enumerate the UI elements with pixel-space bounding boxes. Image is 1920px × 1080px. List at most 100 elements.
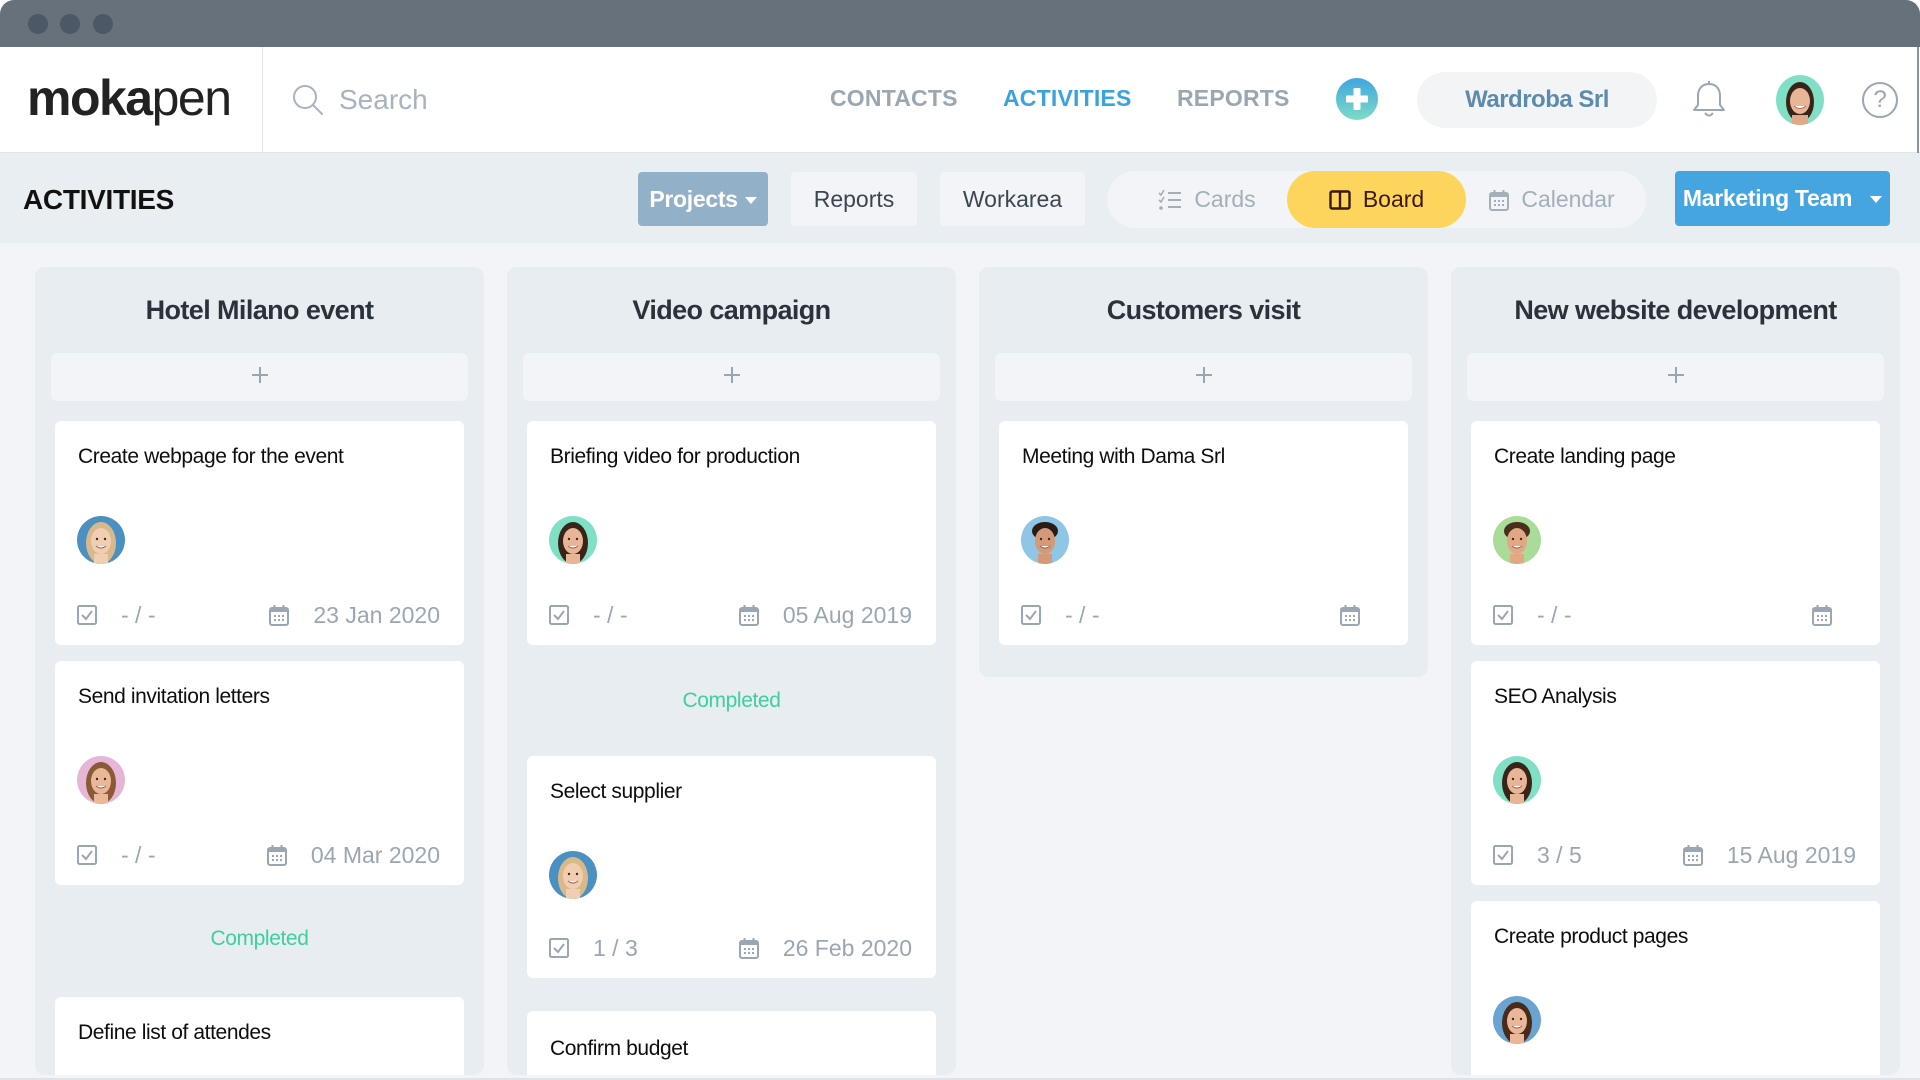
top-header: mokapen Search CONTACTS ACTIVITIES REPOR… [0,47,1920,153]
checklist-icon [549,605,581,625]
column-hotel-milano-event: Hotel Milano event Create webpage for th… [35,267,484,1075]
add-card-button[interactable] [995,353,1412,401]
checklist-progress: - / - [121,841,156,868]
plus-icon [722,365,742,390]
plus-icon [1194,365,1214,390]
task-card[interactable]: Select supplier 1 / 3 26 Feb 2020 [527,756,936,978]
checklist-progress: - / - [593,601,628,628]
assignee-avatar[interactable] [1493,516,1541,564]
card-title: Confirm budget [550,1037,688,1060]
checklist-icon [1493,845,1525,865]
checklist-icon [1021,605,1053,625]
checklist-progress: - / - [1537,601,1572,628]
assignee-avatar[interactable] [77,516,125,564]
checklist-icon [77,845,109,865]
calendar-icon [266,844,299,866]
due-date: 04 Mar 2020 [310,841,440,868]
search-placeholder: Search [339,84,428,115]
calendar-icon [738,604,771,626]
due-date: 15 Aug 2019 [1726,841,1856,868]
team-dropdown[interactable]: Marketing Team [1675,171,1890,226]
task-card[interactable]: Create landing page - / - [1471,421,1880,645]
company-selector[interactable]: Wardroba Srl [1417,72,1657,128]
toolbar: ACTIVITIES Projects Reports Workarea Car… [0,153,1920,243]
column-title: Customers visit [1106,295,1301,325]
calendar-icon [269,604,301,626]
task-card[interactable]: Send invitation letters - / - 04 Mar 202… [55,661,464,885]
card-footer: - / - 23 Jan 2020 [77,602,440,628]
due-date: 26 Feb 2020 [782,934,912,961]
help-button[interactable]: ? [1862,82,1898,118]
task-card[interactable]: Meeting with Dama Srl - / - [999,421,1408,645]
due-date: 05 Aug 2019 [782,601,912,628]
search-input[interactable]: Search [290,77,428,123]
chevron-down-icon [744,196,757,204]
card-footer: 3 / 5 15 Aug 2019 [1493,842,1856,868]
window-close-button[interactable] [28,14,48,34]
bell-icon[interactable] [1690,80,1728,120]
card-title: Send invitation letters [78,685,270,708]
nav-reports[interactable]: REPORTS [1177,85,1290,112]
nav-activities[interactable]: ACTIVITIES [1003,85,1132,112]
logo[interactable]: mokapen [0,47,263,153]
add-button[interactable] [1336,78,1378,120]
column-new-website-development: New website development Create landing p… [1451,267,1900,1075]
card-title: Create product pages [1494,925,1688,948]
task-card[interactable]: Confirm budget [527,1011,936,1075]
checklist-icon [77,605,109,625]
view-calendar-tab[interactable]: Calendar [1466,171,1638,228]
plus-icon [250,365,270,390]
window-minimize-button[interactable] [60,14,80,34]
assignee-avatar[interactable] [549,851,597,899]
checklist-progress: - / - [1065,601,1100,628]
card-footer: 1 / 3 26 Feb 2020 [549,935,912,961]
workarea-button[interactable]: Workarea [940,172,1085,226]
card-title: Create landing page [1494,445,1676,468]
add-card-button[interactable] [51,353,468,401]
plus-icon [1666,365,1686,390]
view-cards-tab[interactable]: Cards [1127,171,1287,228]
assignee-avatar[interactable] [1493,756,1541,804]
view-calendar-label: Calendar [1521,186,1615,212]
task-card[interactable]: SEO Analysis 3 / 5 15 Aug 2019 [1471,661,1880,885]
nav-contacts[interactable]: CONTACTS [830,85,958,112]
add-card-button[interactable] [1467,353,1884,401]
card-footer: - / - [1021,602,1384,628]
projects-label: Projects [649,185,738,212]
assignee-avatar[interactable] [1493,996,1541,1044]
logo-text: mokapen [27,70,232,126]
card-footer: - / - 04 Mar 2020 [77,842,440,868]
column-title: Video campaign [632,295,831,325]
window-maximize-button[interactable] [93,14,113,34]
completed-separator[interactable]: Completed [35,927,484,951]
board-icon [1329,189,1351,210]
task-card[interactable]: Create webpage for the event - / - 23 Ja… [55,421,464,645]
task-card[interactable]: Create product pages [1471,901,1880,1075]
column-title: Hotel Milano event [145,295,374,325]
assignee-avatar[interactable] [549,516,597,564]
calendar-icon[interactable] [1812,604,1844,626]
task-card[interactable]: Briefing video for production - / - 05 A… [527,421,936,645]
add-card-button[interactable] [523,353,940,401]
user-avatar[interactable] [1776,75,1824,125]
assignee-avatar[interactable] [77,756,125,804]
projects-dropdown[interactable]: Projects [638,172,768,226]
task-card[interactable]: Define list of attendes [55,997,464,1075]
view-board-tab[interactable]: Board [1287,171,1466,228]
checklist-icon [1158,189,1182,210]
card-title: Define list of attendes [78,1021,271,1044]
search-icon [293,85,323,115]
checklist-icon [549,938,581,958]
completed-separator[interactable]: Completed [507,689,956,713]
checklist-progress: 1 / 3 [593,934,638,961]
reports-button[interactable]: Reports [791,172,917,226]
assignee-avatar[interactable] [1021,516,1069,564]
view-cards-label: Cards [1194,186,1256,212]
column-title: New website development [1514,295,1837,325]
card-footer: - / - 05 Aug 2019 [549,602,912,628]
view-switcher: Cards Board Calendar [1107,171,1646,228]
calendar-icon[interactable] [1340,604,1372,626]
card-title: Select supplier [550,780,682,803]
checklist-progress: - / - [121,601,156,628]
card-title: Create webpage for the event [78,445,344,468]
